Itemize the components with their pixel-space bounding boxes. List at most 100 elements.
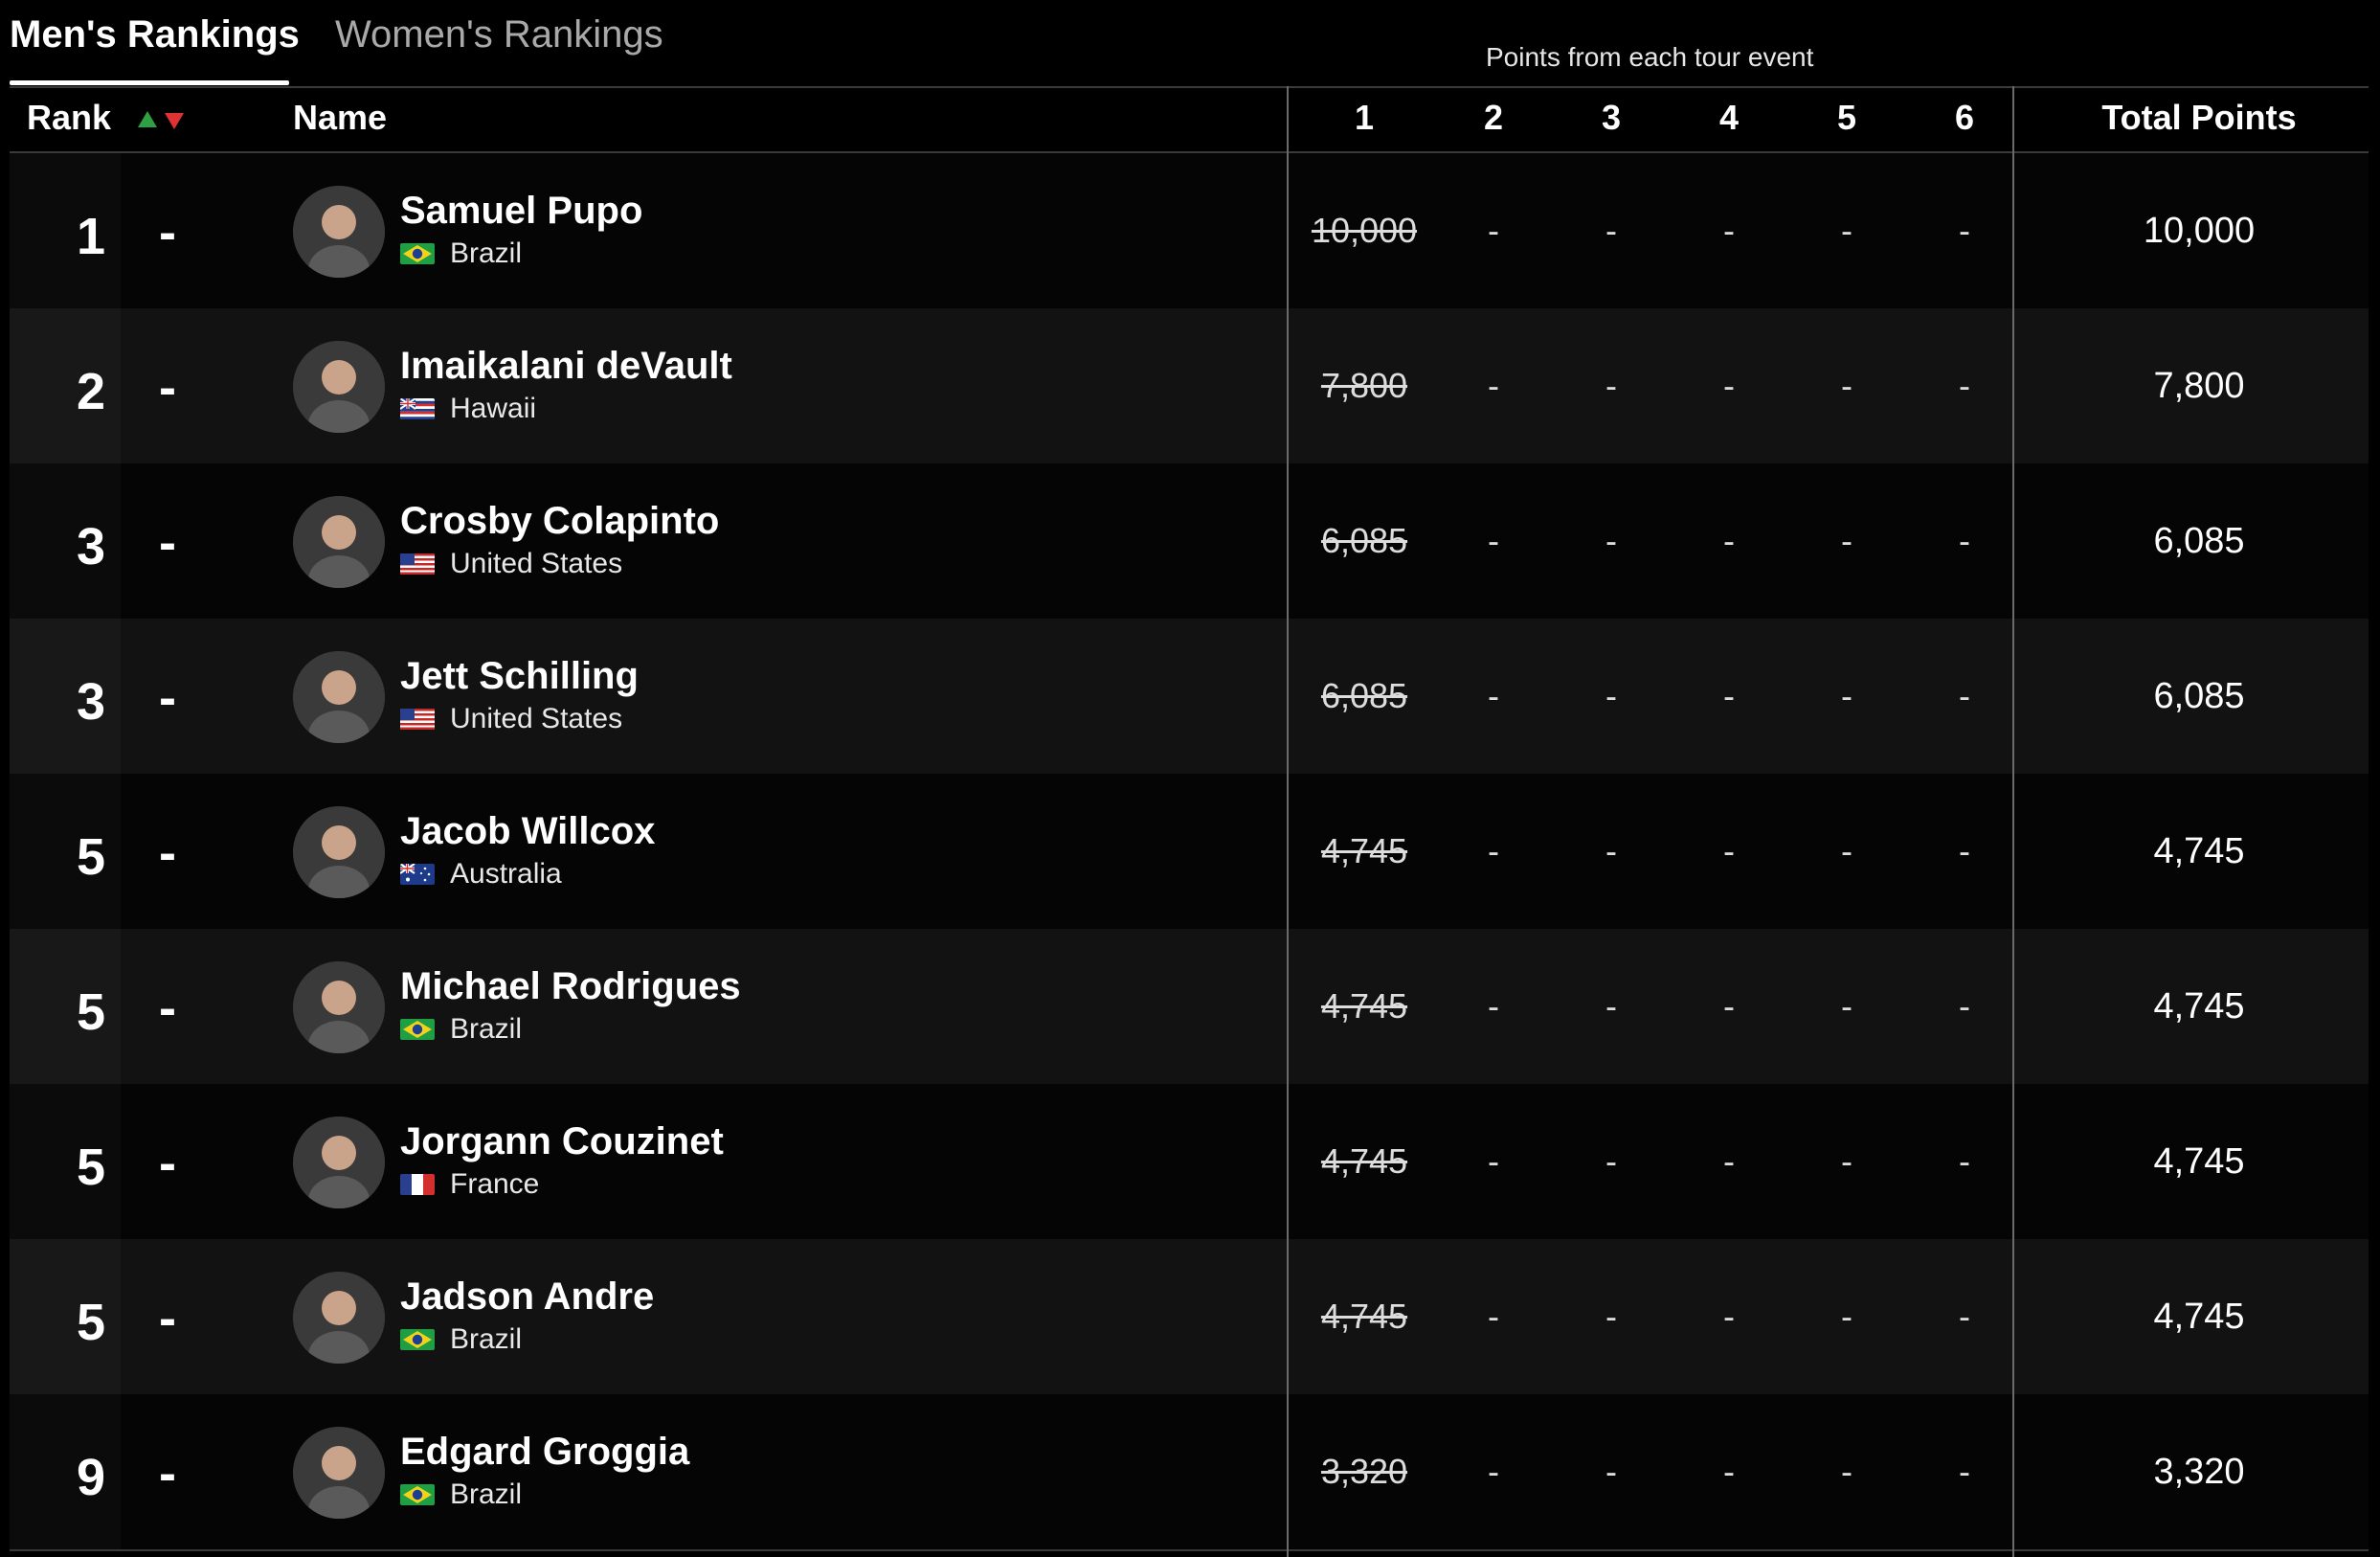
rank-change: - xyxy=(159,1445,176,1502)
event-6-points: - xyxy=(1959,366,1970,405)
event-1-points: 4,745 xyxy=(1320,986,1408,1026)
event-1-points: 6,085 xyxy=(1320,521,1408,560)
event-3-header[interactable]: 3 xyxy=(1583,98,1640,138)
hawaii-flag-icon xyxy=(400,398,435,419)
event-4-points: - xyxy=(1723,1141,1735,1181)
athlete-name[interactable]: Michael Rodrigues xyxy=(400,965,741,1008)
rank-value: 5 xyxy=(76,1294,105,1351)
event-4-points: - xyxy=(1723,986,1735,1026)
rankings-tabs: Men's Rankings Women's Rankings Points f… xyxy=(0,0,2380,88)
event-3-points: - xyxy=(1605,521,1617,560)
event-1-points: 10,000 xyxy=(1311,211,1418,250)
rank-value: 5 xyxy=(76,1139,105,1196)
event-1-header[interactable]: 1 xyxy=(1336,98,1393,138)
event-3-points: - xyxy=(1605,986,1617,1026)
athlete-name[interactable]: Jorgann Couzinet xyxy=(400,1120,724,1163)
total-points: 4,745 xyxy=(2153,1141,2245,1182)
event-6-points: - xyxy=(1959,1141,1970,1181)
event-3-points: - xyxy=(1605,366,1617,405)
event-4-header[interactable]: 4 xyxy=(1700,98,1758,138)
rank-change: - xyxy=(159,1290,176,1347)
table-row[interactable]: 2- Imaikalani deVault Hawaii 7,800- - - - -7,80… xyxy=(10,308,2369,463)
rank-header[interactable]: Rank xyxy=(27,98,111,138)
header-divider xyxy=(10,151,2369,153)
athlete-avatar[interactable] xyxy=(293,496,385,588)
event-5-header[interactable]: 5 xyxy=(1818,98,1875,138)
rank-cell: 5 xyxy=(10,929,121,1084)
table-row[interactable]: 5- Jacob Willcox Australia 4,745- - - - -4,745 xyxy=(10,774,2369,929)
athlete-country: Brazil xyxy=(450,1478,523,1510)
event-2-points: - xyxy=(1488,1297,1499,1336)
tab-mens-rankings[interactable]: Men's Rankings xyxy=(10,13,300,56)
total-points-header[interactable]: Total Points xyxy=(2020,98,2369,138)
table-row[interactable]: 3- Jett Schilling United States 6,085- - - - -6… xyxy=(10,619,2369,774)
rank-cell: 2 xyxy=(10,308,121,463)
athlete-name[interactable]: Jett Schilling xyxy=(400,655,639,698)
total-points: 4,745 xyxy=(2153,986,2245,1027)
table-row[interactable]: 1- Samuel Pupo Brazil 10,000- - - - -10,000 xyxy=(10,153,2369,308)
event-4-points: - xyxy=(1723,676,1735,715)
france-flag-icon xyxy=(400,1174,435,1195)
athlete-avatar[interactable] xyxy=(293,1427,385,1519)
event-1-points: 4,745 xyxy=(1320,831,1408,870)
athlete-country: Brazil xyxy=(450,1323,523,1355)
athlete-country: Hawaii xyxy=(450,393,537,424)
event-5-points: - xyxy=(1841,1141,1852,1181)
athlete-name[interactable]: Jacob Willcox xyxy=(400,810,655,853)
athlete-name[interactable]: Crosby Colapinto xyxy=(400,500,719,543)
rank-cell: 9 xyxy=(10,1394,121,1549)
rank-cell: 5 xyxy=(10,1239,121,1394)
event-5-points: - xyxy=(1841,676,1852,715)
tab-womens-rankings[interactable]: Women's Rankings xyxy=(335,13,663,56)
athlete-country: Brazil xyxy=(450,237,523,269)
event-3-points: - xyxy=(1605,831,1617,870)
rank-cell: 1 xyxy=(10,153,121,308)
sort-down-icon[interactable] xyxy=(165,113,184,129)
table-row[interactable]: 5- Jorgann Couzinet France 4,745- - - - -4,745 xyxy=(10,1084,2369,1239)
usa-flag-icon xyxy=(400,709,435,730)
event-6-points: - xyxy=(1959,1452,1970,1491)
athlete-avatar[interactable] xyxy=(293,186,385,278)
rank-cell: 5 xyxy=(10,1084,121,1239)
table-top-border xyxy=(10,86,2369,88)
athlete-avatar[interactable] xyxy=(293,1117,385,1208)
event-5-points: - xyxy=(1841,1297,1852,1336)
athlete-name[interactable]: Imaikalani deVault xyxy=(400,345,732,388)
event-2-points: - xyxy=(1488,366,1499,405)
total-points: 10,000 xyxy=(2143,211,2256,251)
sort-up-icon[interactable] xyxy=(138,111,157,127)
athlete-avatar[interactable] xyxy=(293,341,385,433)
event-5-points: - xyxy=(1841,1452,1852,1491)
athlete-name[interactable]: Edgard Groggia xyxy=(400,1431,689,1474)
athlete-avatar[interactable] xyxy=(293,1272,385,1364)
athlete-avatar[interactable] xyxy=(293,651,385,743)
event-2-points: - xyxy=(1488,676,1499,715)
event-3-points: - xyxy=(1605,676,1617,715)
event-1-points: 3,320 xyxy=(1320,1452,1408,1491)
event-6-points: - xyxy=(1959,831,1970,870)
event-6-header[interactable]: 6 xyxy=(1936,98,1993,138)
total-points: 6,085 xyxy=(2153,521,2245,561)
event-1-points: 6,085 xyxy=(1320,676,1408,715)
rank-value: 9 xyxy=(76,1449,105,1506)
total-points: 4,745 xyxy=(2153,1297,2245,1337)
table-row[interactable]: 5- Jadson Andre Brazil 4,745- - - - -4,745 xyxy=(10,1239,2369,1394)
table-row[interactable]: 3- Crosby Colapinto United States 6,085- - - -… xyxy=(10,463,2369,619)
athlete-avatar[interactable] xyxy=(293,806,385,898)
event-4-points: - xyxy=(1723,211,1735,250)
event-2-header[interactable]: 2 xyxy=(1465,98,1522,138)
rank-change: - xyxy=(159,824,176,882)
table-row[interactable]: 9- Edgard Groggia Brazil 3,320- - - - -3,320 xyxy=(10,1394,2369,1549)
event-1-points: 4,745 xyxy=(1320,1297,1408,1336)
name-header[interactable]: Name xyxy=(293,98,387,138)
event-4-points: - xyxy=(1723,366,1735,405)
athlete-name[interactable]: Jadson Andre xyxy=(400,1275,654,1319)
event-5-points: - xyxy=(1841,986,1852,1026)
athlete-avatar[interactable] xyxy=(293,961,385,1053)
table-row[interactable]: 5- Michael Rodrigues Brazil 4,745- - - - -4,745 xyxy=(10,929,2369,1084)
table-header: Rank Name 1 2 3 4 5 6 Total Points xyxy=(10,86,2369,151)
rank-value: 1 xyxy=(76,208,105,265)
athlete-name[interactable]: Samuel Pupo xyxy=(400,190,642,233)
athlete-country: Brazil xyxy=(450,1013,523,1045)
events-caption: Points from each tour event xyxy=(1486,42,1814,72)
